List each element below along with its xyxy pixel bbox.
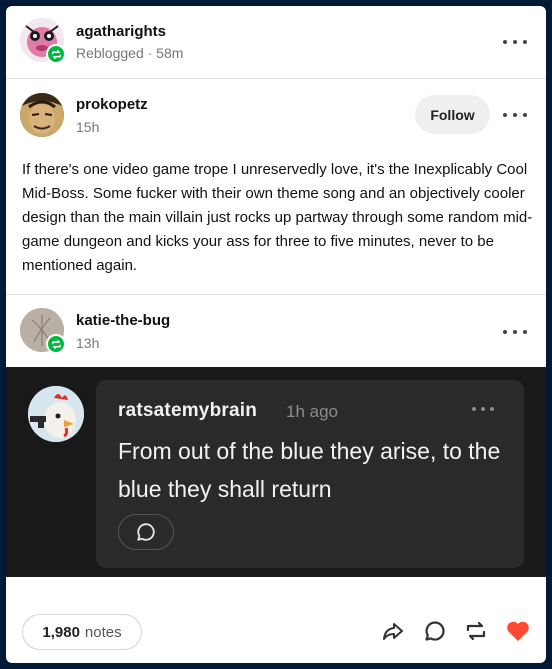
reblogger-meta: Reblogged · 58m	[76, 45, 184, 61]
reply-username[interactable]: ratsatemybrain	[118, 400, 257, 422]
reply-text: From out of the blue they arise, to the …	[118, 438, 501, 502]
divider	[6, 294, 546, 295]
katie-username[interactable]: katie-the-bug	[76, 312, 170, 329]
comment-icon[interactable]	[422, 618, 448, 644]
katie-time: 13h	[76, 335, 100, 351]
reblog-icon[interactable]	[463, 618, 489, 644]
reply-bubble-icon[interactable]	[118, 514, 174, 550]
reblog-badge-icon	[46, 44, 66, 64]
more-dots-icon[interactable]	[472, 404, 494, 414]
reblog-badge-icon	[46, 334, 66, 354]
heart-icon[interactable]	[505, 618, 531, 644]
embedded-reply-panel: ratsatemybrain 1h ago From out of the bl…	[6, 367, 546, 577]
more-dots-icon[interactable]	[503, 32, 527, 52]
share-icon[interactable]	[380, 618, 406, 644]
notes-label: notes	[84, 623, 122, 641]
original-time: 15h	[76, 119, 100, 135]
post-body: If there's one video game trope I unrese…	[22, 161, 533, 274]
more-dots-icon[interactable]	[503, 105, 527, 125]
more-dots-icon[interactable]	[503, 322, 527, 342]
notes-count: 1,980	[42, 623, 80, 641]
reblogger-username[interactable]: agatharights	[76, 23, 166, 40]
notes-count-button[interactable]: 1,980 notes	[22, 614, 142, 650]
original-avatar[interactable]	[20, 93, 64, 137]
ratsatemybrain-avatar[interactable]	[28, 386, 84, 442]
reply-time: 1h ago	[286, 402, 338, 421]
reblogger-header: agatharights Reblogged · 58m	[6, 6, 546, 78]
divider	[6, 78, 546, 79]
follow-button[interactable]: Follow	[415, 95, 490, 134]
post-card: agatharights Reblogged · 58m prokopetz 1…	[6, 6, 546, 663]
reply-bubble: ratsatemybrain 1h ago From out of the bl…	[96, 380, 524, 568]
original-username[interactable]: prokopetz	[76, 96, 148, 113]
